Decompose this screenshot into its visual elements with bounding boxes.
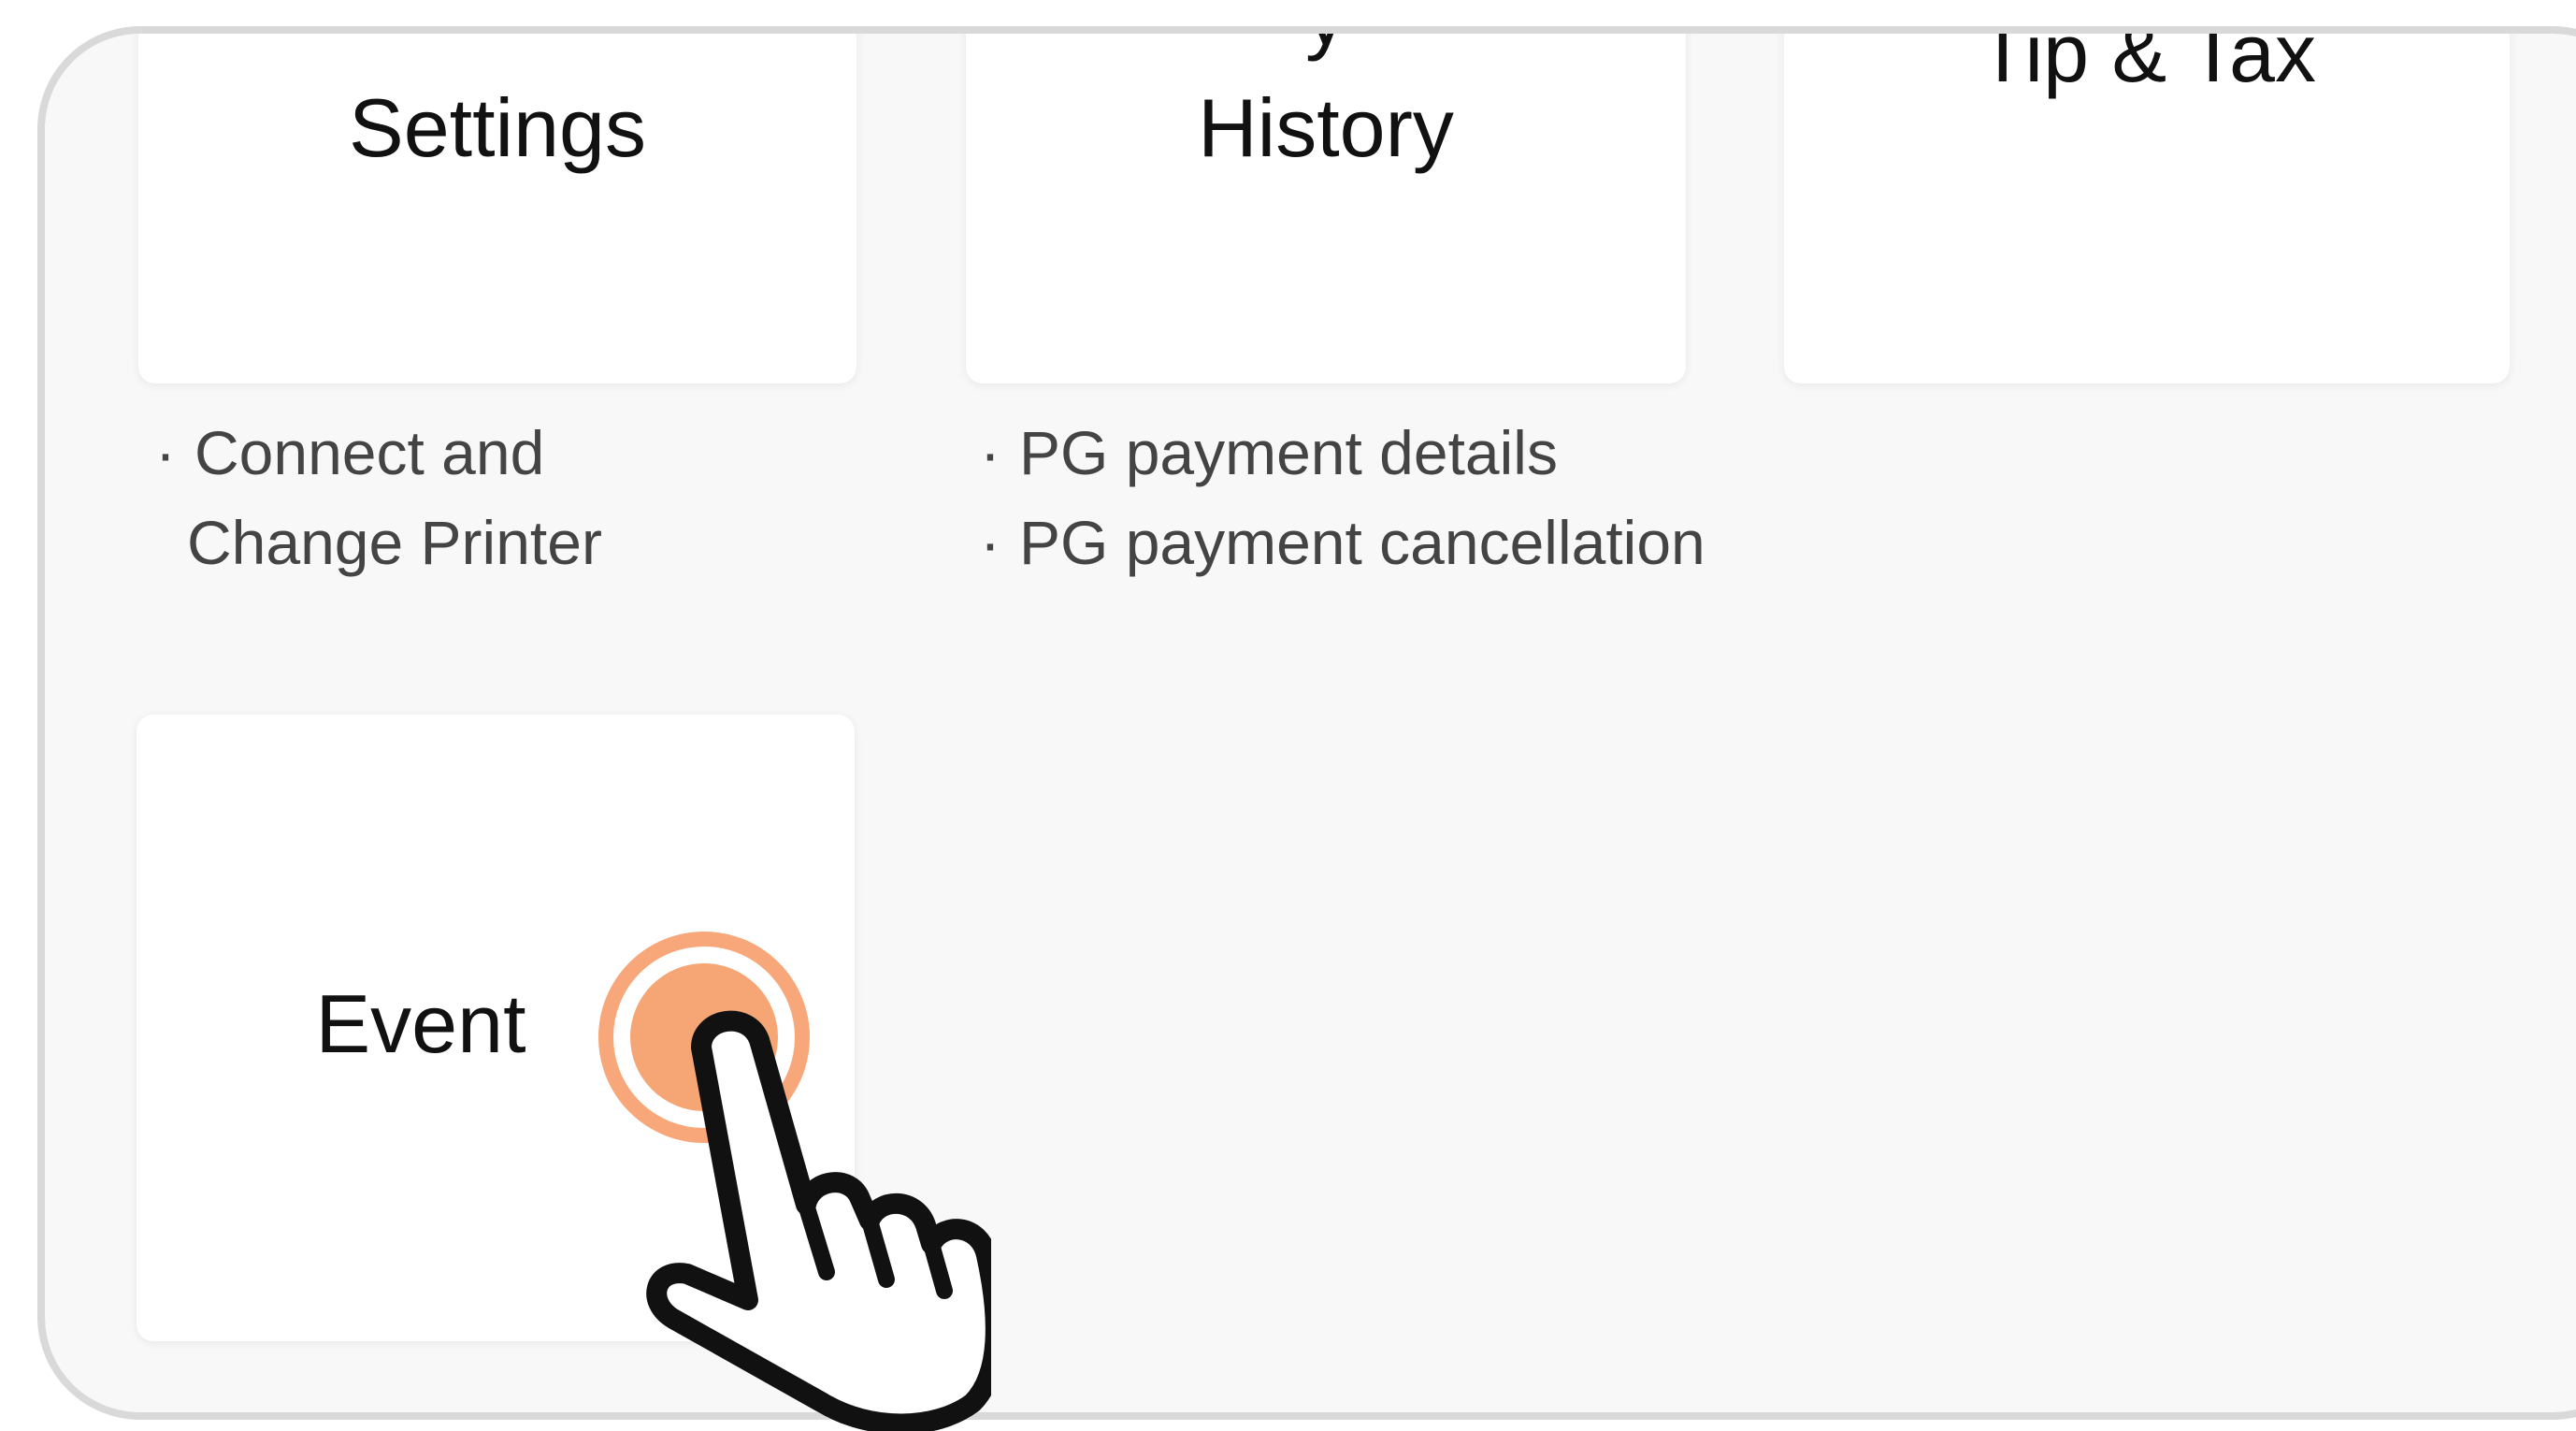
settings-card-title: Settings [349,81,646,174]
tip-tax-card-title: Tip & Tax [1978,26,2316,99]
tip-tax-card[interactable]: Tip & Tax [1784,26,2510,383]
menu-panel: Settings y History Tip & Tax ·Connect an… [37,26,2576,1420]
history-description-item: · PG payment cancellation [980,498,1705,587]
pointing-hand-icon [646,1010,991,1431]
tap-indicator [561,907,991,1431]
history-card[interactable]: y History [966,34,1686,383]
history-description-item: · PG payment details [980,408,1705,498]
bullet: · [980,508,1000,577]
history-description: · PG payment details · PG payment cancella… [980,408,1705,587]
history-card-title: History [1198,81,1454,174]
settings-description: · Connect and Change Printer [155,408,602,587]
settings-description-line1: · Connect and [155,408,602,498]
settings-description-line2: Change Printer [187,508,602,577]
history-card-title-cut: y [966,34,1686,64]
settings-card[interactable]: Settings [138,34,856,383]
bullet: · [155,418,176,487]
bullet: · [980,418,1000,487]
